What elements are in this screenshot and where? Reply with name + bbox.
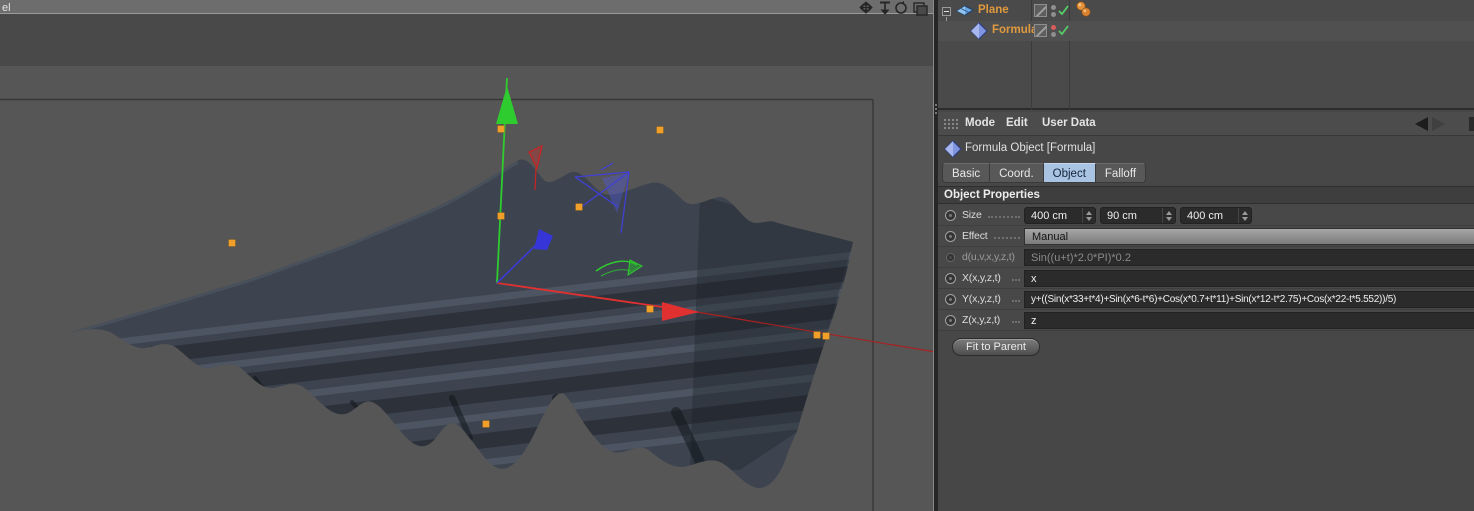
section-header: Object Properties xyxy=(938,186,1474,204)
row-z-formula: Z(x,y,z,t) z xyxy=(938,310,1474,331)
fit-to-parent-button[interactable]: Fit to Parent xyxy=(952,338,1040,356)
prop-label: Y(x,y,z,t) xyxy=(962,293,1001,305)
editor-visibility-dot[interactable] xyxy=(1051,25,1056,30)
keyframe-circle-icon[interactable] xyxy=(945,294,956,305)
viewport-menu-text-fragment: el xyxy=(2,2,11,14)
size-z-field[interactable]: 400 cm xyxy=(1180,207,1252,224)
handle[interactable] xyxy=(575,203,583,211)
splitter-grip xyxy=(935,104,937,106)
fit-to-parent-row: Fit to Parent xyxy=(938,337,1474,363)
phong-tag-icon[interactable] xyxy=(1076,1,1092,19)
menu-edit[interactable]: Edit xyxy=(1006,117,1028,129)
object-title: Formula Object [Formula] xyxy=(965,142,1096,154)
y-formula-field[interactable]: y+((Sin(x*33+t*4)+Sin(x*6-t*6)+Cos(x*0.7… xyxy=(1024,291,1474,308)
formula-object-icon xyxy=(970,22,988,40)
row-y-formula: Y(x,y,z,t) y+((Sin(x*33+t*4)+Sin(x*6-t*6… xyxy=(938,289,1474,310)
menu-user-data[interactable]: User Data xyxy=(1042,117,1096,129)
row-size: Size 400 cm 90 cm 400 cm xyxy=(938,205,1474,226)
row-x-formula: X(x,y,z,t) x xyxy=(938,268,1474,289)
keyframe-circle-icon[interactable] xyxy=(945,273,956,284)
object-name[interactable]: Plane xyxy=(978,4,1009,16)
layer-tag-icon[interactable] xyxy=(1034,24,1047,37)
splitter-grip xyxy=(935,108,937,110)
app-window: el Plane Formula Mode Edit User Data For… xyxy=(0,0,1474,511)
dotted-leader xyxy=(1012,321,1020,323)
viewport-canvas[interactable]: el xyxy=(0,0,933,511)
object-properties: Size 400 cm 90 cm 400 cm Effect Manual d… xyxy=(938,205,1474,331)
object-manager: Plane Formula xyxy=(938,0,1474,110)
prop-label: Z(x,y,z,t) xyxy=(962,314,1001,326)
tab-falloff[interactable]: Falloff xyxy=(1095,163,1147,183)
size-x-field[interactable]: 400 cm xyxy=(1024,207,1096,224)
layer-tag-icon[interactable] xyxy=(1034,4,1047,17)
enabled-check-icon[interactable] xyxy=(1058,5,1070,17)
prop-label: Effect xyxy=(962,230,988,242)
object-name[interactable]: Formula xyxy=(992,24,1037,36)
enabled-check-icon[interactable] xyxy=(1058,25,1070,37)
handle[interactable] xyxy=(813,331,821,339)
viewport-top-band xyxy=(0,14,933,66)
history-back-icon[interactable] xyxy=(1415,117,1428,131)
splitter-grip xyxy=(935,112,937,114)
history-forward-icon[interactable] xyxy=(1432,117,1445,131)
viewport-3d[interactable]: el xyxy=(0,0,933,511)
om-row-plane[interactable]: Plane xyxy=(938,1,1474,21)
plane-object-icon xyxy=(956,5,974,16)
section-title: Object Properties xyxy=(944,189,1040,201)
prop-label: Size xyxy=(962,209,982,221)
formula-object-icon xyxy=(944,140,962,158)
dotted-leader xyxy=(1012,279,1020,281)
tab-basic[interactable]: Basic xyxy=(942,163,991,183)
prop-label: X(x,y,z,t) xyxy=(962,272,1001,284)
handle[interactable] xyxy=(482,420,490,428)
keyframe-circle-icon xyxy=(946,253,955,262)
attribute-tabs: Basic Coord. Object Falloff xyxy=(942,163,1147,183)
om-row-formula[interactable]: Formula xyxy=(938,21,1474,41)
keyframe-circle-icon[interactable] xyxy=(945,315,956,326)
right-panel: Plane Formula Mode Edit User Data Formul… xyxy=(938,0,1474,511)
menu-mode[interactable]: Mode xyxy=(965,117,995,129)
keyframe-circle-icon[interactable] xyxy=(945,231,956,242)
keyframe-circle-icon[interactable] xyxy=(945,210,956,221)
viewport-menubar xyxy=(0,0,933,14)
row-effect: Effect Manual xyxy=(938,226,1474,247)
render-visibility-dot[interactable] xyxy=(1051,12,1056,17)
handle[interactable] xyxy=(646,305,654,313)
prop-label: d(u,v,x,y,z,t) xyxy=(962,251,1015,263)
stepper-icon[interactable] xyxy=(1162,208,1175,223)
dotted-leader xyxy=(1012,300,1020,302)
stepper-icon[interactable] xyxy=(1238,208,1251,223)
x-formula-field[interactable]: x xyxy=(1024,270,1474,287)
dotted-leader xyxy=(994,237,1020,239)
tab-object[interactable]: Object xyxy=(1043,163,1096,183)
panel-grip-icon[interactable] xyxy=(943,118,958,131)
clipped-icon xyxy=(1469,117,1474,131)
handle[interactable] xyxy=(656,126,664,134)
size-y-field[interactable]: 90 cm xyxy=(1100,207,1176,224)
d-formula-field: Sin((u+t)*2.0*PI)*0.2 xyxy=(1024,249,1474,266)
z-formula-field[interactable]: z xyxy=(1024,312,1474,329)
handle[interactable] xyxy=(497,212,505,220)
dotted-leader xyxy=(988,216,1020,218)
handle[interactable] xyxy=(822,332,830,340)
effect-dropdown[interactable]: Manual xyxy=(1024,228,1474,245)
attribute-manager-menubar: Mode Edit User Data xyxy=(938,112,1474,136)
handle[interactable] xyxy=(497,125,505,133)
row-d-formula: d(u,v,x,y,z,t) Sin((u+t)*2.0*PI)*0.2 xyxy=(938,247,1474,268)
editor-visibility-dot[interactable] xyxy=(1051,5,1056,10)
tab-coord[interactable]: Coord. xyxy=(990,163,1044,183)
render-visibility-dot[interactable] xyxy=(1051,32,1056,37)
stepper-icon[interactable] xyxy=(1082,208,1095,223)
object-title-row: Formula Object [Formula] xyxy=(938,137,1474,161)
handle[interactable] xyxy=(228,239,236,247)
